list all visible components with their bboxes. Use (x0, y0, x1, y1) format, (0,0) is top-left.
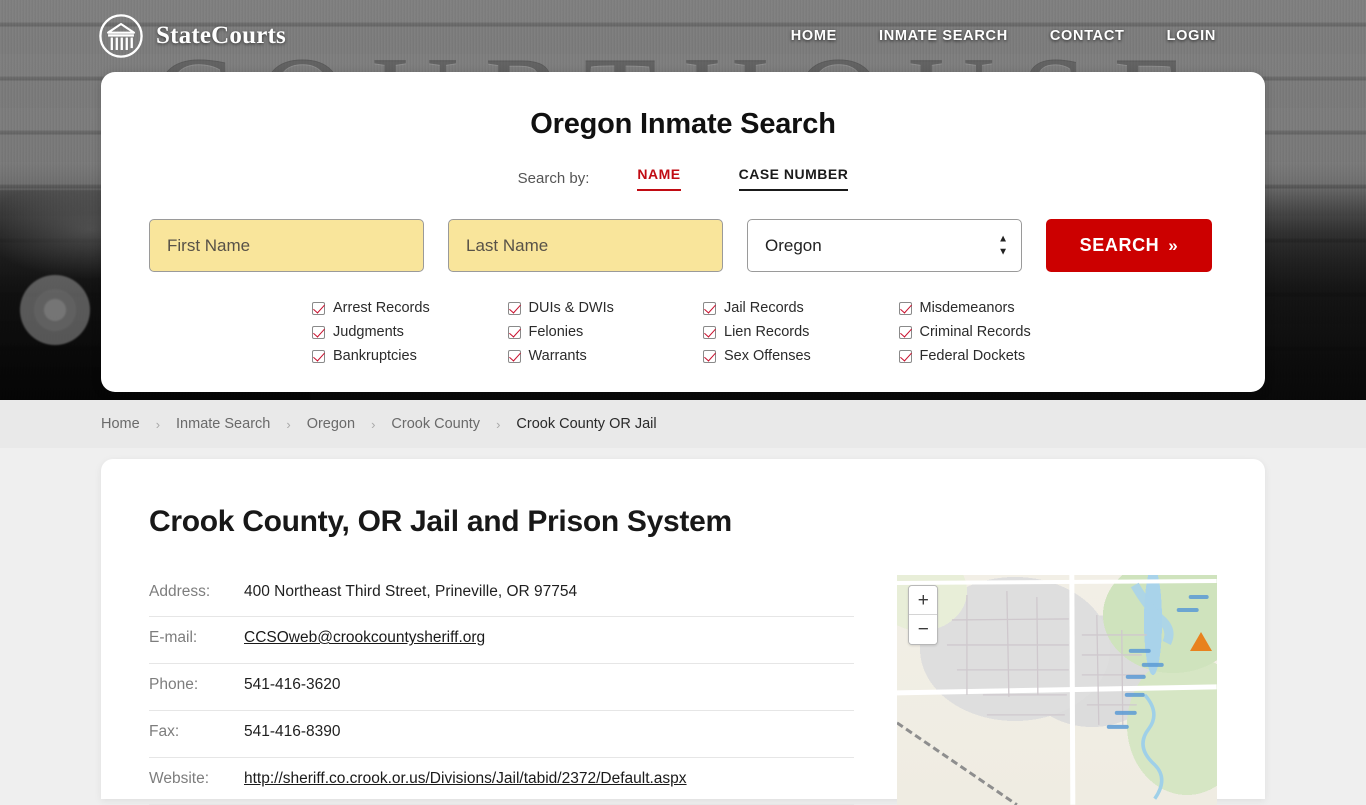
state-select[interactable]: Oregon (747, 219, 1022, 272)
record-type-label: Felonies (528, 324, 584, 340)
search-button[interactable]: SEARCH » (1046, 219, 1212, 272)
checked-checkbox-icon (507, 326, 521, 339)
facility-details-table: Address: 400 Northeast Third Street, Pri… (149, 579, 855, 805)
checked-checkbox-icon (507, 350, 521, 363)
record-type-label: Judgments (333, 324, 404, 340)
map-zoom-controls: + − (908, 585, 939, 645)
record-type-item[interactable]: Lien Records (703, 323, 899, 342)
chevron-right-icon: › (286, 416, 291, 432)
table-row: Website: http://sheriff.co.crook.or.us/D… (149, 757, 855, 805)
checked-checkbox-icon (703, 326, 716, 339)
detail-key: Fax: (149, 710, 244, 759)
table-row: Phone: 541-416-3620 (149, 663, 855, 712)
record-type-label: Misdemeanors (919, 300, 1015, 316)
record-type-item[interactable]: Warrants (507, 347, 704, 366)
detail-value: 541-416-3620 (244, 663, 855, 712)
email-link[interactable]: CCSOweb@crookcountysheriff.org (244, 629, 485, 646)
record-type-item[interactable]: Jail Records (703, 299, 899, 318)
nav-item-login[interactable]: LOGIN (1167, 28, 1216, 44)
website-link[interactable]: http://sheriff.co.crook.or.us/Divisions/… (244, 770, 687, 787)
tab-case-number[interactable]: CASE NUMBER (738, 166, 849, 191)
state-select-wrapper: Oregon ▲ ▼ (747, 219, 1022, 272)
record-type-item[interactable]: Sex Offenses (703, 347, 899, 366)
detail-value: 400 Northeast Third Street, Prineville, … (244, 579, 855, 618)
record-type-label: Criminal Records (919, 324, 1031, 340)
map-location-marker-icon (1190, 632, 1213, 651)
record-type-item[interactable]: Federal Dockets (898, 347, 1095, 366)
detail-key: Phone: (149, 663, 244, 712)
record-type-label: Bankruptcies (333, 348, 417, 364)
record-type-label: Lien Records (724, 324, 810, 340)
detail-value: 541-416-8390 (244, 710, 855, 759)
record-type-item[interactable]: Judgments (312, 323, 508, 342)
record-type-item[interactable]: Felonies (507, 323, 704, 342)
checked-checkbox-icon (898, 350, 912, 363)
record-type-label: Warrants (528, 348, 587, 364)
courthouse-circle-icon (99, 14, 143, 58)
last-name-input[interactable] (448, 219, 723, 272)
record-type-label: Arrest Records (333, 300, 430, 316)
record-types-list: Arrest Records DUIs & DWIs Jail Records … (137, 299, 1229, 366)
table-row: Fax: 541-416-8390 (149, 710, 855, 759)
checked-checkbox-icon (507, 302, 521, 315)
content-card: Crook County, OR Jail and Prison System … (101, 459, 1265, 805)
search-button-label: SEARCH (1079, 235, 1160, 255)
record-type-item[interactable]: Bankruptcies (312, 347, 508, 366)
map-zoom-out-button[interactable]: − (909, 615, 938, 644)
brand-name: StateCourts (156, 22, 286, 49)
record-type-item[interactable]: Criminal Records (898, 323, 1095, 342)
location-map[interactable]: + − (897, 575, 1217, 805)
brand-logo[interactable]: StateCourts (98, 13, 286, 59)
record-type-label: Jail Records (724, 300, 804, 316)
first-name-input[interactable] (149, 219, 424, 272)
nav-item-contact[interactable]: CONTACT (1050, 28, 1125, 44)
breadcrumb-item-inmate-search[interactable]: Inmate Search (176, 416, 270, 432)
detail-value: CCSOweb@crookcountysheriff.org (244, 616, 855, 665)
map-roads-layer (897, 575, 1217, 805)
record-type-item[interactable]: DUIs & DWIs (507, 299, 704, 318)
search-card-title: Oregon Inmate Search (530, 108, 836, 140)
chevron-right-icon: › (371, 416, 376, 432)
record-type-label: Sex Offenses (724, 348, 811, 364)
checked-checkbox-icon (312, 326, 325, 339)
detail-key: E-mail: (149, 616, 244, 665)
detail-key: Address: (149, 579, 244, 618)
breadcrumb: Home › Inmate Search › Oregon › Crook Co… (0, 400, 1366, 448)
main-nav: HOME INMATE SEARCH CONTACT LOGIN (791, 28, 1216, 44)
record-type-item[interactable]: Arrest Records (312, 299, 508, 318)
hero-banner: COURTHOUSE StateCourts HOME INMATE SEARC… (0, 0, 1366, 400)
checked-checkbox-icon (898, 326, 912, 339)
map-zoom-in-button[interactable]: + (909, 586, 938, 615)
record-type-item[interactable]: Misdemeanors (898, 299, 1095, 318)
checked-checkbox-icon (312, 302, 325, 315)
search-by-label: Search by: (517, 170, 590, 187)
checked-checkbox-icon (703, 302, 716, 315)
chevron-right-icon: › (155, 416, 161, 432)
breadcrumb-item-home[interactable]: Home (101, 416, 140, 432)
breadcrumb-item-oregon[interactable]: Oregon (307, 416, 355, 432)
double-chevron-right-icon: » (1168, 235, 1179, 255)
checked-checkbox-icon (312, 350, 325, 363)
top-navigation-bar: StateCourts HOME INMATE SEARCH CONTACT L… (0, 0, 1366, 72)
table-row: E-mail: CCSOweb@crookcountysheriff.org (149, 616, 855, 665)
checked-checkbox-icon (703, 350, 716, 363)
page-title: Crook County, OR Jail and Prison System (149, 505, 732, 538)
record-type-label: DUIs & DWIs (528, 300, 614, 316)
detail-key: Website: (149, 757, 244, 805)
table-row: Address: 400 Northeast Third Street, Pri… (149, 579, 855, 618)
content-columns: Address: 400 Northeast Third Street, Pri… (149, 575, 1217, 805)
detail-value: http://sheriff.co.crook.or.us/Divisions/… (244, 757, 855, 805)
checked-checkbox-icon (898, 302, 912, 315)
breadcrumb-item-crook-county[interactable]: Crook County (391, 416, 480, 432)
search-form: Oregon ▲▼ SEARCH » (137, 219, 1229, 272)
inmate-search-card: Oregon Inmate Search Search by: NAME CAS… (101, 72, 1265, 392)
nav-item-home[interactable]: HOME (791, 28, 837, 44)
chevron-right-icon: › (496, 416, 501, 432)
search-by-tabs: Search by: NAME CASE NUMBER (137, 166, 1229, 191)
record-type-label: Federal Dockets (919, 348, 1026, 364)
tab-name[interactable]: NAME (637, 166, 681, 191)
nav-item-inmate-search[interactable]: INMATE SEARCH (879, 28, 1008, 44)
breadcrumb-item-current: Crook County OR Jail (516, 416, 657, 432)
